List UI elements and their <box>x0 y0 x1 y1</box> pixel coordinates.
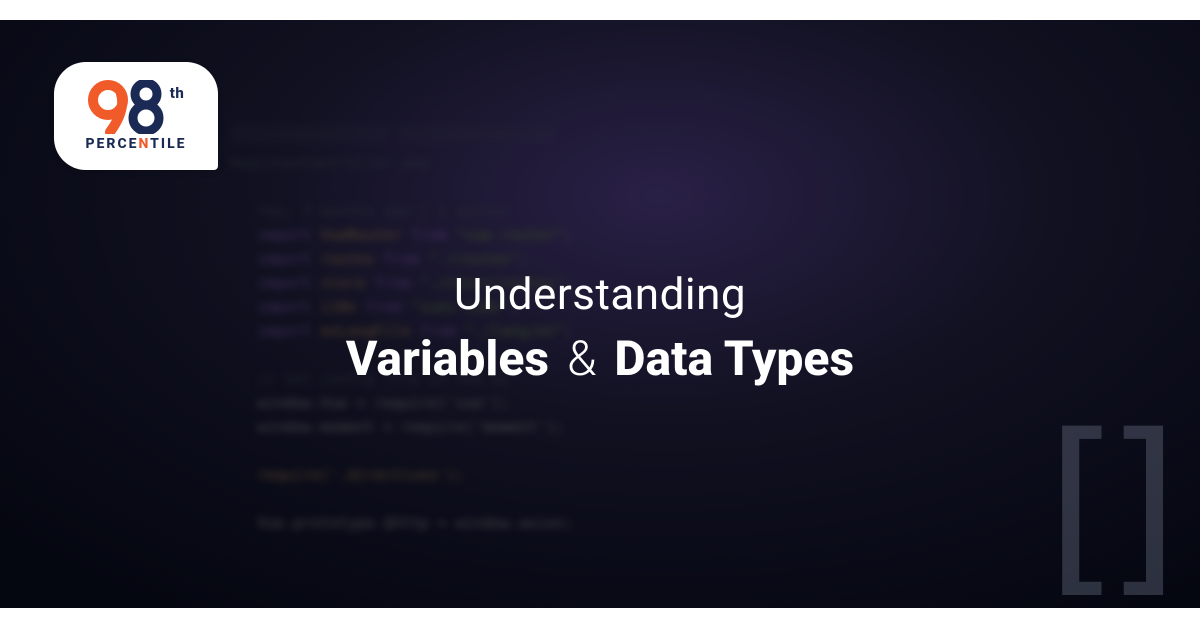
title-block: Understanding Variables & Data Types <box>0 268 1200 387</box>
title-bold-variables: Variables <box>346 330 549 387</box>
hero-background: RegisterController.php You, 7 months ago… <box>0 20 1200 608</box>
logo-th-text: th <box>170 84 185 102</box>
banner-frame: RegisterController.php You, 7 months ago… <box>0 0 1200 628</box>
logo-wordmark: PERCENTILE <box>85 136 186 152</box>
title-bold-datatypes: Data Types <box>614 330 854 387</box>
brackets-icon: [] <box>1019 410 1164 600</box>
brand-logo: th PERCENTILE <box>54 62 218 170</box>
title-line-1: Understanding <box>0 268 1200 320</box>
logo-98-icon <box>88 80 166 134</box>
title-line-2: Variables & Data Types <box>0 330 1200 387</box>
title-ampersand: & <box>567 330 597 387</box>
